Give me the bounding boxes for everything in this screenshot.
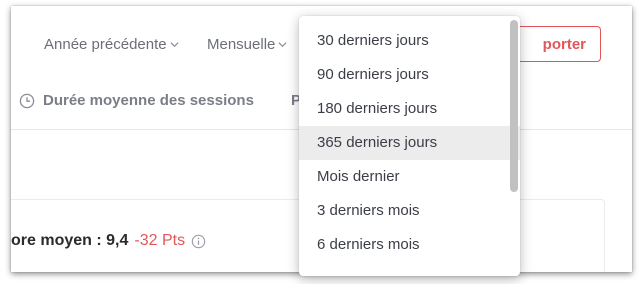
granularity-filter-dropdown[interactable]: Mensuelle — [207, 36, 287, 53]
granularity-filter-label: Mensuelle — [207, 36, 276, 53]
period-filter-label: Année précédente — [44, 36, 167, 53]
period-option-365-days[interactable]: 365 derniers jours — [299, 126, 520, 160]
period-option-6-months[interactable]: 6 derniers mois — [299, 228, 520, 262]
clock-icon — [19, 93, 35, 108]
average-score: ore moyen : 9,4 -32 Pts — [11, 232, 206, 250]
period-options-list: 30 derniers jours 90 derniers jours 180 … — [299, 16, 520, 262]
period-option-180-days[interactable]: 180 derniers jours — [299, 92, 520, 126]
score-delta: -32 Pts — [134, 232, 186, 249]
tab-session-duration[interactable]: Durée moyenne des sessions — [19, 92, 254, 109]
period-dropdown-menu: 30 derniers jours 90 derniers jours 180 … — [299, 16, 520, 276]
period-option-30-days[interactable]: 30 derniers jours — [299, 24, 520, 58]
period-option-last-month[interactable]: Mois dernier — [299, 160, 520, 194]
period-option-90-days[interactable]: 90 derniers jours — [299, 58, 520, 92]
period-option-3-months[interactable]: 3 derniers mois — [299, 194, 520, 228]
tab-session-duration-label: Durée moyenne des sessions — [43, 92, 254, 109]
score-label: ore moyen : 9,4 — [11, 232, 129, 249]
dropdown-scrollbar[interactable] — [510, 20, 518, 192]
period-filter-dropdown[interactable]: Année précédente — [44, 36, 179, 53]
chevron-down-icon — [278, 42, 287, 48]
chevron-down-icon — [170, 42, 179, 48]
export-button-label: porter — [542, 35, 586, 53]
info-icon[interactable] — [191, 234, 206, 249]
